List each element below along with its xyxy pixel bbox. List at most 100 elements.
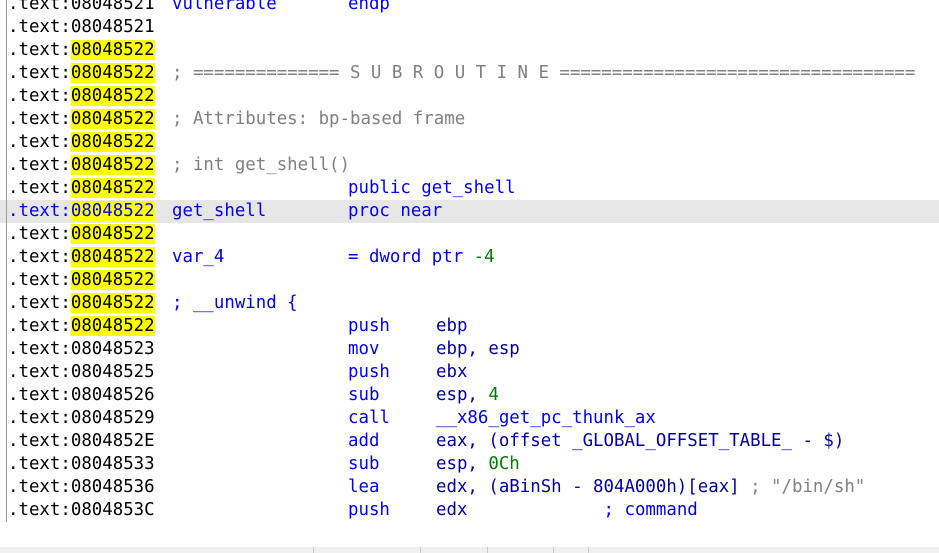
address-prefix[interactable]: .text:08048521 <box>8 16 155 39</box>
instruction-mnemonic[interactable]: call <box>348 407 390 430</box>
address-value[interactable]: 08048522 <box>70 86 155 106</box>
address-value[interactable]: 08048522 <box>70 316 155 336</box>
address-prefix[interactable]: .text:08048522 <box>8 154 155 177</box>
listing-row[interactable]: .text:08048522 var_4 = dword ptr -4 <box>0 246 939 269</box>
code-label[interactable]: get_shell <box>172 200 266 223</box>
address-prefix[interactable]: .text:08048522 <box>8 200 155 223</box>
address-value[interactable]: 08048522 <box>70 132 155 152</box>
address-value[interactable]: 08048533 <box>71 454 155 474</box>
listing-row[interactable]: .text:08048521 <box>0 16 939 39</box>
address-prefix[interactable]: .text:08048521 <box>8 0 155 16</box>
address-prefix[interactable]: .text:08048522 <box>8 177 155 200</box>
address-value[interactable]: 08048526 <box>71 385 155 405</box>
address-prefix[interactable]: .text:08048525 <box>8 361 155 384</box>
address-prefix[interactable]: .text:08048523 <box>8 338 155 361</box>
listing-row[interactable]: .text:0804853C push edx ; command <box>0 499 939 522</box>
listing-row[interactable]: .text:08048522 ; ============== S U B R O… <box>0 62 939 85</box>
address-prefix[interactable]: .text:08048522 <box>8 246 155 269</box>
listing-row[interactable]: .text:08048526 sub esp, 4 <box>0 384 939 407</box>
address-value[interactable]: 08048522 <box>70 224 155 244</box>
listing-row[interactable]: .text:08048521 vulnerable endp <box>0 0 939 16</box>
listing-row[interactable]: .text:08048522 <box>0 85 939 108</box>
address-prefix[interactable]: .text:08048526 <box>8 384 155 407</box>
listing-row[interactable]: .text:08048522 ; Attributes: bp-based fra… <box>0 108 939 131</box>
address-value[interactable]: 08048522 <box>70 247 155 267</box>
instruction-mnemonic[interactable]: add <box>348 430 379 453</box>
instruction-operands[interactable]: eax, (offset _GLOBAL_OFFSET_TABLE_ - $) <box>436 430 844 453</box>
address-prefix[interactable]: .text:08048522 <box>8 85 155 108</box>
horizontal-scrollbar[interactable] <box>0 547 939 553</box>
instruction-mnemonic[interactable]: endp <box>348 0 390 16</box>
instruction-operands[interactable]: esp, 4 <box>436 384 499 407</box>
instruction-operands[interactable]: __x86_get_pc_thunk_ax <box>436 407 656 430</box>
listing-row[interactable]: .text:08048533 sub esp, 0Ch <box>0 453 939 476</box>
instruction-mnemonic[interactable]: push <box>348 499 390 522</box>
address-value[interactable]: 0804852E <box>71 431 155 451</box>
instruction-mnemonic[interactable]: lea <box>348 476 379 499</box>
symbol-reference[interactable]: __x86_get_pc_thunk_ax <box>436 408 656 428</box>
address-value[interactable]: 08048522 <box>70 40 155 60</box>
instruction-operands[interactable]: ebp, esp <box>436 338 520 361</box>
address-value[interactable]: 08048536 <box>71 477 155 497</box>
instruction-operands[interactable]: ebx <box>436 361 467 384</box>
symbol-reference[interactable]: ; command <box>604 500 698 520</box>
listing-row[interactable]: .text:08048522 push ebp <box>0 315 939 338</box>
listing-row[interactable]: .text:0804852E add eax, (offset _GLOBAL_OF… <box>0 430 939 453</box>
address-value[interactable]: 08048522 <box>70 178 155 198</box>
instruction-mnemonic[interactable]: sub <box>348 453 379 476</box>
address-prefix[interactable]: .text:0804852E <box>8 430 155 453</box>
address-value[interactable]: 08048525 <box>71 362 155 382</box>
address-prefix[interactable]: .text:08048522 <box>8 269 155 292</box>
instruction-operands[interactable]: esp, 0Ch <box>436 453 520 476</box>
address-value[interactable]: 08048522 <box>70 63 155 83</box>
code-label[interactable]: var_4 <box>172 246 224 269</box>
listing-row[interactable]: .text:08048529 call __x86_get_pc_thunk_ax <box>0 407 939 430</box>
address-prefix[interactable]: .text:08048529 <box>8 407 155 430</box>
instruction-mnemonic[interactable]: proc near <box>348 200 442 223</box>
address-prefix[interactable]: .text:08048522 <box>8 131 155 154</box>
address-value[interactable]: 08048522 <box>70 270 155 290</box>
disassembly-listing[interactable]: .text:08048521 vulnerable endp .text:080485… <box>0 0 939 522</box>
listing-row[interactable]: .text:08048522 get_shell proc near <box>0 200 939 223</box>
segment-name: .text <box>8 132 61 152</box>
listing-row[interactable]: .text:08048522 <box>0 223 939 246</box>
instruction-operands[interactable]: edx ; command <box>436 499 698 522</box>
listing-row[interactable]: .text:08048522 <box>0 131 939 154</box>
listing-row[interactable]: .text:08048522 ; int get_shell() <box>0 154 939 177</box>
listing-row[interactable]: .text:08048525 push ebx <box>0 361 939 384</box>
address-value[interactable]: 08048522 <box>70 201 155 221</box>
address-prefix[interactable]: .text:08048522 <box>8 223 155 246</box>
address-value[interactable]: 0804853C <box>71 500 155 520</box>
instruction-operands[interactable]: edx, (aBinSh - 804A000h)[eax] ; "/bin/sh… <box>436 476 865 499</box>
instruction-mnemonic[interactable]: public get_shell <box>348 177 516 200</box>
instruction-mnemonic[interactable]: mov <box>348 338 379 361</box>
address-prefix[interactable]: .text:08048522 <box>8 315 155 338</box>
instruction-mnemonic[interactable]: push <box>348 361 390 384</box>
instruction-mnemonic[interactable]: push <box>348 315 390 338</box>
instruction-mnemonic[interactable]: = dword ptr -4 <box>348 246 495 269</box>
address-value[interactable]: 08048521 <box>71 0 155 14</box>
address-prefix[interactable]: .text:08048533 <box>8 453 155 476</box>
listing-row[interactable]: .text:08048536 lea edx, (aBinSh - 804A000h… <box>0 476 939 499</box>
listing-row[interactable]: .text:08048522 public get_shell <box>0 177 939 200</box>
address-value[interactable]: 08048522 <box>70 293 155 313</box>
segment-name: .text <box>8 408 61 428</box>
address-prefix[interactable]: .text:08048536 <box>8 476 155 499</box>
listing-row[interactable]: .text:08048522 <box>0 269 939 292</box>
address-prefix[interactable]: .text:08048522 <box>8 108 155 131</box>
address-value[interactable]: 08048521 <box>71 17 155 37</box>
instruction-mnemonic[interactable]: sub <box>348 384 379 407</box>
code-label[interactable]: vulnerable <box>172 0 277 16</box>
address-prefix[interactable]: .text:0804853C <box>8 499 155 522</box>
listing-row[interactable]: .text:08048522 <box>0 39 939 62</box>
address-prefix[interactable]: .text:08048522 <box>8 39 155 62</box>
listing-row[interactable]: .text:08048523 mov ebp, esp <box>0 338 939 361</box>
address-value[interactable]: 08048529 <box>71 408 155 428</box>
address-value[interactable]: 08048522 <box>70 109 155 129</box>
address-prefix[interactable]: .text:08048522 <box>8 292 155 315</box>
instruction-operands[interactable]: ebp <box>436 315 467 338</box>
address-prefix[interactable]: .text:08048522 <box>8 62 155 85</box>
address-value[interactable]: 08048522 <box>70 155 155 175</box>
listing-row[interactable]: .text:08048522 ; __unwind { <box>0 292 939 315</box>
address-value[interactable]: 08048523 <box>71 339 155 359</box>
